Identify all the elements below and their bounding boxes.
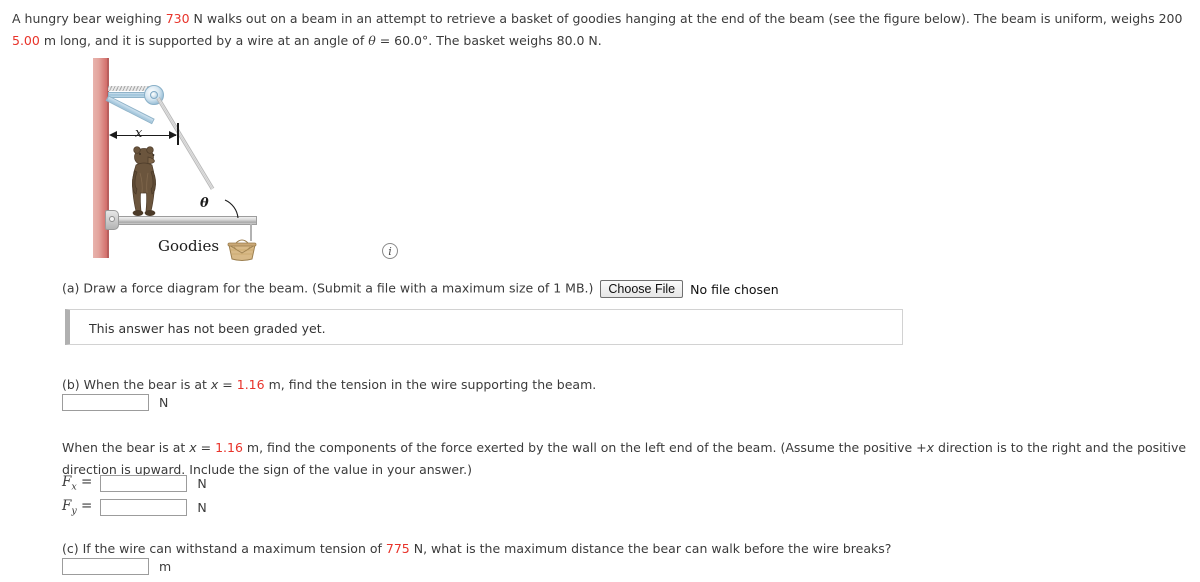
part-c-text1: (c) If the wire can withstand a maximum … [62, 541, 386, 556]
basket-icon [227, 239, 257, 261]
components-text3: direction is to the right and the positi… [934, 440, 1187, 455]
problem-text-part1: A hungry bear weighing [12, 11, 166, 26]
components-x-symbol: x [189, 440, 197, 455]
theta-symbol: θ [368, 33, 376, 48]
part-b-prompt: (b) When the bear is at x = 1.16 m, find… [62, 377, 596, 392]
bear-weight-value: 730 [165, 11, 190, 26]
choose-file-button[interactable]: Choose File [600, 280, 684, 298]
problem-text-part2: N walks out on a beam in an attempt to r… [189, 11, 1183, 26]
x-dimension-line [112, 135, 176, 136]
fy-label: Fy = [62, 498, 93, 517]
beam-hinge-pin-graphic [109, 216, 115, 222]
components-plus-x-symbol: x [926, 440, 935, 455]
components-equals: = [196, 440, 216, 455]
problem-statement-line2: 5.00 m long, and it is supported by a wi… [12, 30, 1200, 52]
support-wire-graphic [156, 96, 215, 190]
x-dimension-right-arrow-icon [169, 131, 177, 139]
graded-status-box: This answer has not been graded yet. [65, 309, 903, 345]
tension-answer-input[interactable] [62, 394, 149, 411]
x-dimension-left-arrow-icon [109, 131, 117, 139]
fy-unit-label: N [197, 499, 207, 515]
problem-text-part4: = 60.0°. The basket weighs 80.0 N. [375, 33, 602, 48]
components-text1: When the bear is at [62, 440, 190, 455]
part-b-unit-label: N [158, 395, 169, 410]
part-b-equals: = [218, 377, 237, 392]
fx-unit-label: N [197, 475, 207, 491]
goodies-label: Goodies [158, 237, 220, 255]
components-x-value: 1.16 [215, 440, 243, 455]
fx-answer-input[interactable] [100, 474, 188, 492]
bear-icon [131, 146, 157, 216]
part-b-text2: m, find the tension in the wire supporti… [264, 377, 597, 392]
physics-figure: x θ Goodies [80, 55, 380, 265]
file-status-label: No file chosen [690, 281, 779, 297]
part-c-max-tension-value: 775 [385, 541, 410, 556]
part-a-prompt: (a) Draw a force diagram for the beam. (… [62, 280, 594, 296]
theta-arc-graphic [224, 199, 239, 219]
problem-text-part3: m long, and it is supported by a wire at… [39, 33, 369, 48]
part-c-unit-label: m [158, 559, 172, 574]
fy-answer-input[interactable] [100, 498, 188, 516]
max-distance-answer-input[interactable] [62, 558, 149, 575]
x-dimension-label: x [135, 126, 143, 141]
part-c-text2: N, what is the maximum distance the bear… [409, 541, 892, 556]
fy-answer-row: Fy = N [62, 498, 207, 517]
fx-answer-row: Fx = N [62, 474, 207, 493]
x-dimension-tick [177, 123, 179, 145]
part-b-x-value: 1.16 [236, 377, 265, 392]
components-text2: m, find the components of the force exer… [242, 440, 927, 455]
problem-statement: A hungry bear weighing 730 N walks out o… [12, 8, 1200, 52]
beam-length-value: 5.00 [12, 33, 40, 48]
components-text-line2: direction is upward. Include the sign of… [62, 462, 472, 477]
part-b-answer-row: N [62, 394, 168, 411]
part-b-text1: (b) When the bear is at [62, 377, 211, 392]
graded-status-text: This answer has not been graded yet. [89, 321, 326, 336]
part-a-section: (a) Draw a force diagram for the beam. (… [62, 280, 779, 298]
components-prompt: When the bear is at x = 1.16 m, find the… [62, 437, 1200, 481]
part-c-answer-row: m [62, 558, 171, 575]
fx-label: Fx = [62, 474, 93, 493]
info-icon[interactable]: i [382, 243, 398, 259]
part-c-prompt: (c) If the wire can withstand a maximum … [62, 541, 891, 556]
